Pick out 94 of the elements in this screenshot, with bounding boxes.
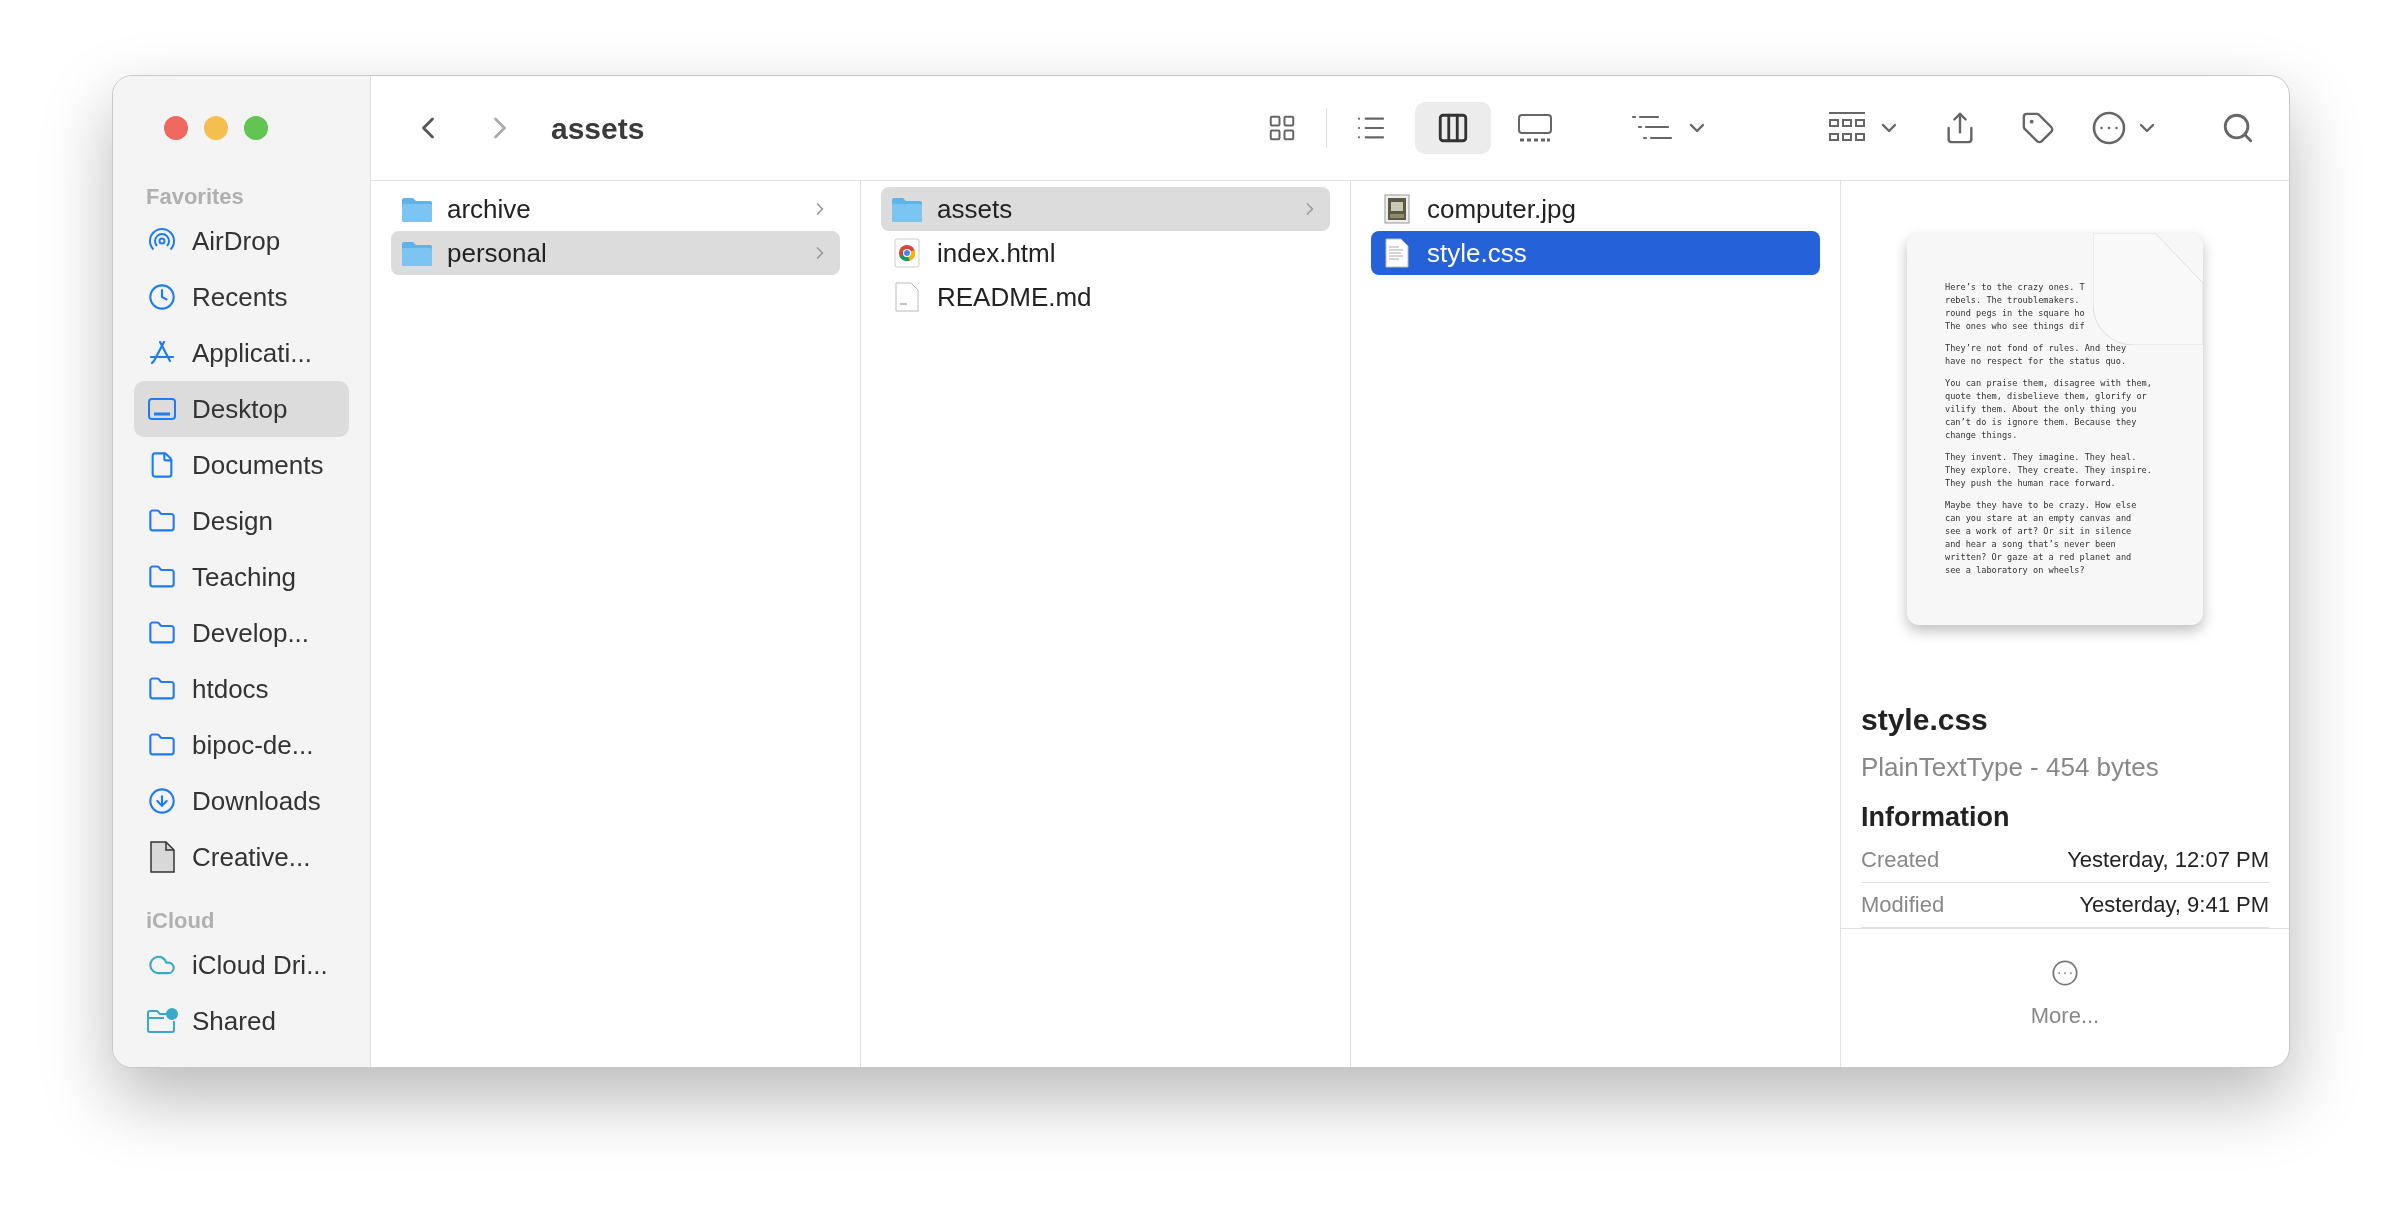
file-row[interactable]: README.md bbox=[881, 275, 1330, 319]
file-row[interactable]: archive bbox=[391, 187, 840, 231]
ellipsis-circle-icon bbox=[2051, 958, 2079, 987]
sidebar-item[interactable]: Shared bbox=[134, 993, 349, 1049]
sidebar-item[interactable]: Documents bbox=[134, 437, 349, 493]
file-name: style.css bbox=[1427, 236, 1528, 270]
sidebar-label: Desktop bbox=[192, 392, 288, 426]
info-value: Yesterday, 9:41 PM bbox=[2079, 891, 2269, 919]
file-type-size: PlainTextType - 454 bytes bbox=[1861, 751, 2160, 784]
gallery-view-icon bbox=[1516, 113, 1555, 143]
sidebar-item[interactable]: Creative... bbox=[134, 829, 349, 885]
info-label: Created bbox=[1861, 846, 1940, 874]
sidebar-label: Documents bbox=[192, 448, 324, 482]
document-text-line: round pegs in the square ho bbox=[1945, 307, 2086, 320]
sidebar-label: htdocs bbox=[192, 672, 269, 706]
folder-icon bbox=[401, 196, 433, 222]
sidebar-item[interactable]: iCloud Dri... bbox=[134, 937, 349, 993]
browser-logo-icon bbox=[894, 238, 920, 268]
document-text-line: They push the human race forward. bbox=[1945, 477, 2117, 490]
search-icon bbox=[2221, 111, 2255, 145]
file-name: archive bbox=[447, 192, 532, 226]
file-name: index.html bbox=[937, 236, 1057, 270]
document-icon bbox=[894, 282, 920, 312]
sidebar-item[interactable]: Teaching bbox=[134, 549, 349, 605]
file-name: computer.jpg bbox=[1427, 192, 1577, 226]
sidebar-label: Recents bbox=[192, 280, 288, 314]
sidebar-item[interactable]: Downloads bbox=[134, 773, 349, 829]
document-text-line: can you stare at an empty canvas and bbox=[1945, 512, 2133, 525]
folder-icon bbox=[891, 196, 923, 222]
sidebar-item[interactable]: htdocs bbox=[134, 661, 349, 717]
view-mode-button[interactable] bbox=[1415, 102, 1492, 154]
file-name: personal bbox=[447, 236, 548, 270]
desktop-icon bbox=[147, 396, 177, 422]
sidebar-item[interactable]: bipoc-de... bbox=[134, 717, 349, 773]
file-name: README.md bbox=[937, 280, 1093, 314]
document-text-line: They explore. They create. They inspire. bbox=[1945, 464, 2153, 477]
sidebar-heading: Favorites bbox=[145, 182, 245, 211]
sidebar-item[interactable]: Applicati... bbox=[134, 325, 349, 381]
photo-thumbnail-icon bbox=[1384, 194, 1410, 224]
document-text-line: They’re not fond of rules. And they bbox=[1945, 342, 2128, 355]
sidebar-label: Develop... bbox=[192, 616, 310, 650]
sidebar-label: Applicati... bbox=[192, 336, 312, 370]
app-letter-icon bbox=[148, 339, 176, 367]
document-text-line: rebels. The troublemakers. bbox=[1945, 294, 2081, 307]
info-value: Yesterday, 12:07 PM bbox=[2067, 846, 2269, 874]
document-text-line: can’t do is ignore them. Because they bbox=[1945, 416, 2138, 429]
sidebar-label: Design bbox=[192, 504, 273, 538]
document-text-line: written? Or gaze at a red planet and bbox=[1945, 551, 2133, 564]
clock-icon bbox=[148, 283, 176, 311]
file-name: assets bbox=[937, 192, 1014, 226]
document-text-line: Here’s to the crazy ones. T bbox=[1945, 281, 2086, 294]
document-text-line: and hear a song that’s never been bbox=[1945, 538, 2117, 551]
file-row[interactable]: personal bbox=[391, 231, 840, 275]
sidebar-item[interactable]: Develop... bbox=[134, 605, 349, 661]
sidebar-item[interactable]: Recents bbox=[134, 269, 349, 325]
sidebar-label: Downloads bbox=[192, 784, 321, 818]
folder-icon bbox=[401, 240, 433, 266]
sidebar-item[interactable]: Desktop bbox=[134, 381, 349, 437]
document-text-line: quote them, disbelieve them, glorify or bbox=[1945, 390, 2148, 403]
shared-folder-icon bbox=[146, 1007, 178, 1035]
sidebar-label: Shared bbox=[192, 1004, 276, 1038]
file-row[interactable]: style.css bbox=[1371, 231, 1820, 275]
more-button[interactable]: More... bbox=[2030, 958, 2100, 1032]
file-row[interactable]: assets bbox=[881, 187, 1330, 231]
document-text-line: They invent. They imagine. They heal. bbox=[1945, 451, 2138, 464]
file-row[interactable]: index.html bbox=[881, 231, 1330, 275]
document-text-line: have no respect for the status quo. bbox=[1945, 355, 2128, 368]
sidebar-label: Creative... bbox=[192, 840, 311, 874]
info-label: Modified bbox=[1861, 891, 1945, 919]
sidebar-item[interactable]: Design bbox=[134, 493, 349, 549]
close-window-button[interactable] bbox=[164, 115, 188, 140]
ellipsis-circle-icon bbox=[2091, 110, 2128, 146]
sidebar-label: Teaching bbox=[192, 560, 297, 594]
sidebar-item[interactable]: AirDrop bbox=[134, 213, 349, 269]
document-text-line: You can praise them, disagree with them, bbox=[1945, 377, 2153, 390]
window-title: assets bbox=[551, 110, 645, 147]
file-title: style.css bbox=[1861, 702, 1989, 738]
document-text-line: change things. bbox=[1945, 429, 2019, 442]
sidebar-label: iCloud Dri... bbox=[192, 948, 328, 982]
tag-icon bbox=[2021, 111, 2056, 145]
document-text-line: see a laboratory on wheels? bbox=[1945, 564, 2086, 577]
file-icon bbox=[149, 841, 175, 873]
section-heading: Information bbox=[1861, 801, 2011, 834]
text-file-icon bbox=[1384, 238, 1410, 268]
sidebar-label: bipoc-de... bbox=[192, 728, 314, 762]
document-text-line: The ones who see things dif bbox=[1945, 320, 2086, 333]
sidebar-label: AirDrop bbox=[192, 224, 281, 258]
document-text-line: vilify them. About the only thing you bbox=[1945, 403, 2138, 416]
file-row[interactable]: computer.jpg bbox=[1371, 187, 1820, 231]
sidebar-heading: iCloud bbox=[145, 906, 216, 935]
document-text-line: see a work of art? Or sit in silence bbox=[1945, 525, 2133, 538]
sort-lines-icon bbox=[1631, 114, 1674, 142]
download-icon bbox=[148, 787, 176, 815]
document-text-line: Maybe they have to be crazy. How else bbox=[1945, 499, 2138, 512]
